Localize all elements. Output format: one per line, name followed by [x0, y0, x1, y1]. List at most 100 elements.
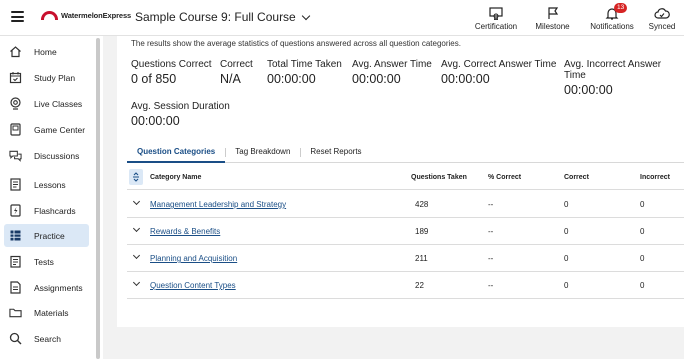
milestone-label: Milestone	[535, 22, 570, 31]
stat-value: 00:00:00	[441, 72, 490, 86]
milestone-icon	[547, 7, 558, 19]
stat-label: Questions Correct	[131, 59, 212, 70]
correct-value: 0	[564, 281, 569, 290]
header-correct[interactable]: Correct	[564, 174, 589, 181]
expand-all-button[interactable]	[129, 169, 143, 185]
percent-correct-value: --	[488, 254, 494, 263]
header-category-name[interactable]: Category Name	[150, 174, 201, 181]
hamburger-menu-icon[interactable]	[11, 11, 24, 22]
sidebar-item-live-classes[interactable]: Live Classes	[4, 92, 89, 115]
stat-questions-correct: Questions Correct 0 of 850	[131, 59, 212, 86]
sidebar-item-game-center[interactable]: Game Center	[4, 118, 89, 141]
stat-label: Total Time Taken	[267, 59, 342, 70]
stat-value: 00:00:00	[564, 83, 613, 97]
stat-label: Avg. Correct Answer Time	[441, 59, 557, 70]
header-questions-taken[interactable]: Questions Taken	[411, 174, 467, 181]
stat-avg-incorrect-answer-time: Avg. Incorrect Answer Time 00:00:00	[564, 59, 684, 97]
tab-question-categories[interactable]: Question Categories	[127, 143, 226, 163]
collapse-expand-icon	[133, 172, 139, 182]
questions-taken-value: 428	[415, 200, 429, 209]
content-gutter	[103, 36, 117, 359]
milestone-button[interactable]: Milestone	[525, 0, 580, 36]
sidebar-item-tests[interactable]: Tests	[4, 250, 89, 273]
stat-value: N/A	[220, 72, 241, 86]
sidebar: Home Study Plan Live Classes Game Center…	[0, 36, 103, 359]
header-incorrect[interactable]: Incorrect	[640, 174, 670, 181]
stat-avg-answer-time: Avg. Answer Time 00:00:00	[352, 59, 432, 86]
stat-label: Avg. Session Duration	[131, 101, 230, 112]
chevron-down-icon[interactable]	[132, 224, 141, 233]
correct-value: 0	[564, 200, 569, 209]
sidebar-item-label: Lessons	[34, 179, 66, 190]
report-tabs: Question Categories Tag Breakdown Reset …	[127, 143, 684, 163]
sidebar-item-home[interactable]: Home	[4, 40, 89, 63]
percent-correct-value: --	[488, 281, 494, 290]
stat-avg-session-duration: Avg. Session Duration 00:00:00	[131, 101, 230, 128]
category-link[interactable]: Planning and Acquisition	[150, 254, 237, 263]
chevron-down-icon[interactable]	[132, 251, 141, 260]
synced-label: Synced	[648, 22, 676, 31]
category-link[interactable]: Management Leadership and Strategy	[150, 200, 286, 209]
chevron-down-icon[interactable]	[132, 197, 141, 206]
discussions-icon	[9, 149, 22, 162]
incorrect-value: 0	[640, 281, 645, 290]
category-link[interactable]: Question Content Types	[150, 281, 236, 290]
tab-reset-reports[interactable]: Reset Reports	[300, 143, 371, 163]
content-footer-area	[103, 327, 684, 359]
home-icon	[9, 45, 22, 58]
game-center-icon	[9, 123, 22, 136]
stat-value: 00:00:00	[267, 72, 316, 86]
watermelon-logo-icon	[41, 11, 58, 20]
sidebar-item-label: Discussions	[34, 150, 80, 161]
stat-label: Avg. Answer Time	[352, 59, 432, 70]
calendar-icon	[9, 71, 22, 84]
header-percent-correct[interactable]: % Correct	[488, 174, 521, 181]
live-classes-icon	[9, 97, 22, 110]
sidebar-item-assignments[interactable]: Assignments	[4, 276, 89, 299]
chevron-down-icon	[301, 11, 310, 20]
incorrect-value: 0	[640, 227, 645, 236]
category-link[interactable]: Rewards & Benefits	[150, 227, 220, 236]
sidebar-item-study-plan[interactable]: Study Plan	[4, 66, 89, 89]
cloud-sync-icon	[654, 8, 670, 19]
course-title: Sample Course 9: Full Course	[135, 10, 296, 24]
sidebar-item-lessons[interactable]: Lessons	[4, 173, 89, 196]
assignments-icon	[9, 281, 22, 294]
chevron-down-icon[interactable]	[132, 278, 141, 287]
sidebar-item-label: Live Classes	[34, 98, 83, 109]
notifications-label: Notifications	[590, 22, 634, 31]
notification-count-badge: 13	[614, 3, 628, 13]
table-header: Category Name Questions Taken % Correct …	[127, 166, 684, 190]
sidebar-item-discussions[interactable]: Discussions	[4, 144, 89, 167]
sidebar-item-search[interactable]: Search	[4, 327, 89, 350]
certification-button[interactable]: Certification	[467, 0, 525, 36]
main-content: The results show the average statistics …	[117, 36, 684, 327]
stat-value: 0 of 850	[131, 72, 177, 86]
synced-status[interactable]: Synced	[644, 0, 680, 36]
notifications-button[interactable]: 13 Notifications	[580, 0, 644, 36]
flashcards-icon	[9, 204, 22, 217]
table-row: Question Content Types 22 -- 0 0	[127, 272, 684, 299]
sidebar-item-flashcards[interactable]: Flashcards	[4, 199, 89, 222]
tab-tag-breakdown[interactable]: Tag Breakdown	[225, 143, 300, 163]
stat-label: Avg. Incorrect Answer Time	[564, 59, 662, 81]
logo[interactable]: WatermelonExpress	[41, 11, 131, 20]
lessons-icon	[9, 178, 22, 191]
certificate-icon	[489, 7, 503, 20]
sidebar-scrollbar[interactable]	[96, 38, 100, 359]
search-icon	[9, 332, 22, 345]
table-row: Planning and Acquisition 211 -- 0 0	[127, 245, 684, 272]
table-row: Management Leadership and Strategy 428 -…	[127, 191, 684, 218]
sidebar-item-practice[interactable]: Practice	[4, 224, 89, 247]
sidebar-item-materials[interactable]: Materials	[4, 301, 89, 324]
course-selector[interactable]: Sample Course 9: Full Course	[135, 10, 310, 24]
questions-taken-value: 189	[415, 227, 429, 236]
stat-value: 00:00:00	[352, 72, 401, 86]
correct-value: 0	[564, 227, 569, 236]
stat-label: Correct	[220, 59, 253, 70]
incorrect-value: 0	[640, 254, 645, 263]
sidebar-item-label: Tests	[34, 256, 54, 267]
sidebar-item-label: Home	[34, 46, 57, 57]
percent-correct-value: --	[488, 200, 494, 209]
sidebar-item-label: Assignments	[34, 282, 83, 293]
